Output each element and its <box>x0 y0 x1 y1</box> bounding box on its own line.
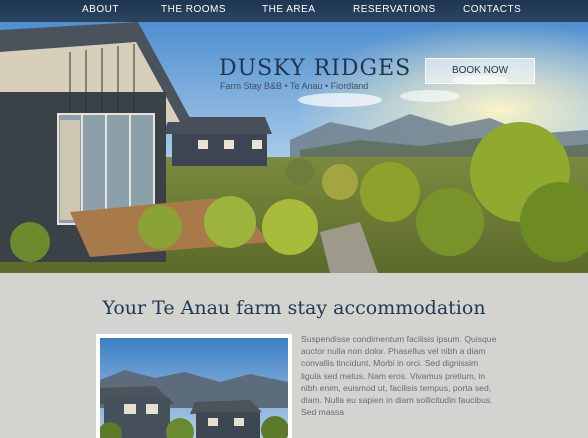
brand-subtitle: Farm Stay B&B • Te Anau • Fiordland <box>220 81 369 91</box>
book-now-button[interactable]: BOOK NOW <box>425 58 535 84</box>
house-photo <box>96 334 292 438</box>
top-navigation: ABOUT THE ROOMS THE AREA RESERVATIONS CO… <box>0 0 588 22</box>
house-photo-image <box>100 338 288 438</box>
nav-about[interactable]: ABOUT <box>82 4 119 15</box>
hero-banner: DUSKY RIDGES Farm Stay B&B • Te Anau • F… <box>0 22 588 273</box>
nav-reservations[interactable]: RESERVATIONS <box>353 4 436 15</box>
nav-the-rooms[interactable]: THE ROOMS <box>161 4 226 15</box>
section-heading: Your Te Anau farm stay accommodation <box>102 297 486 319</box>
brand-title: DUSKY RIDGES <box>219 56 412 81</box>
nav-the-area[interactable]: THE AREA <box>262 4 315 15</box>
intro-paragraph: Suspendisse condimentum facilisis ipsum.… <box>301 334 497 418</box>
nav-contacts[interactable]: CONTACTS <box>463 4 521 15</box>
